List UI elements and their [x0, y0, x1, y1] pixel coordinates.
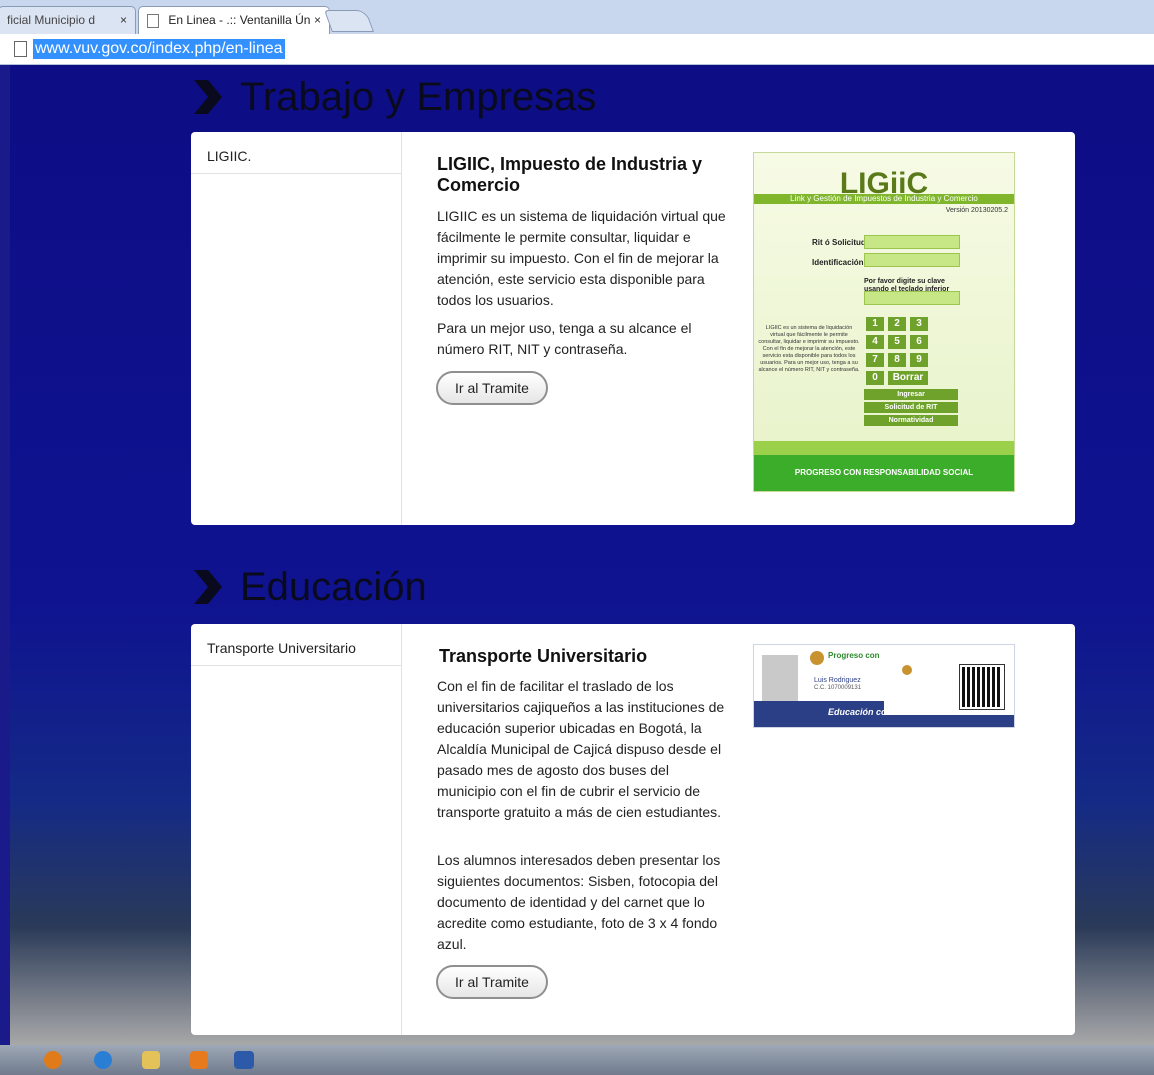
ligiic-description: LIGIIC es un sistema de liquidación virt…: [758, 325, 860, 373]
key: 9: [910, 353, 928, 367]
card-sidebar: LIGIIC.: [191, 132, 402, 525]
rit-label: Rit ó Solicitud:: [812, 238, 869, 247]
ingresar-button: Ingresar: [864, 389, 958, 400]
card-paragraph: Los alumnos interesados deben presentar …: [437, 852, 721, 952]
normatividad-button: Normatividad: [864, 415, 958, 426]
qr-code-icon: [959, 664, 1005, 710]
card-band: [884, 715, 1014, 727]
page-icon: [14, 41, 27, 57]
key: 7: [866, 353, 884, 367]
progreso-text: Progreso con: [828, 651, 880, 660]
word-icon[interactable]: [234, 1051, 254, 1069]
educacion-text: Educación con: [828, 707, 893, 717]
ligiic-thumbnail[interactable]: LIGiiC Link y Gestión de Impuestos de In…: [753, 152, 1015, 492]
identificacion-label: Identificación:: [812, 258, 867, 267]
new-tab-button[interactable]: [323, 10, 375, 32]
key: 1: [866, 317, 884, 331]
sidebar-item-ligiic[interactable]: LIGIIC.: [191, 132, 401, 174]
card-paragraph: Con el fin de facilitar el traslado de l…: [437, 678, 725, 820]
url-field[interactable]: www.vuv.gov.co/index.php/en-linea: [33, 39, 285, 59]
tab-title: ficial Municipio d: [7, 13, 96, 27]
card-paragraph: LIGIIC es un sistema de liquidación virt…: [437, 208, 726, 308]
tab-municipio[interactable]: ficial Municipio d ×: [0, 6, 136, 34]
tab-title: En Linea - .:: Ventanilla Ún: [168, 13, 311, 27]
ir-al-tramite-button[interactable]: Ir al Tramite: [436, 371, 548, 405]
section-title-educacion: Educación: [240, 565, 427, 609]
page-icon: [147, 13, 159, 28]
key: 5: [888, 335, 906, 349]
key: 2: [888, 317, 906, 331]
seal-icon: [902, 665, 912, 675]
student-name: Luis Rodriguez: [814, 677, 861, 684]
card-ligiic: LIGIIC. LIGIIC, Impuesto de Industria y …: [191, 132, 1075, 525]
sidebar-item-transporte[interactable]: Transporte Universitario: [191, 624, 401, 666]
key: 0: [866, 371, 884, 385]
key-borrar: Borrar: [888, 371, 928, 385]
card-heading: Transporte Universitario: [439, 646, 648, 666]
ie-icon[interactable]: [94, 1051, 112, 1069]
tab-en-linea[interactable]: En Linea - .:: Ventanilla Ún ×: [138, 6, 330, 34]
outlook-icon[interactable]: [190, 1051, 208, 1069]
key: 4: [866, 335, 884, 349]
section-title-trabajo: Trabajo y Empresas: [240, 75, 597, 119]
chevron-right-icon: [194, 80, 222, 114]
key: 8: [888, 353, 906, 367]
ligiic-version: Versión 20130205.2: [945, 207, 1008, 214]
close-icon[interactable]: ×: [314, 7, 321, 33]
identificacion-field: [864, 253, 960, 267]
card-sidebar: Transporte Universitario: [191, 624, 402, 1035]
taskbar: [0, 1045, 1154, 1075]
solicitud-rit-button: Solicitud de RIT: [864, 402, 958, 413]
student-photo: [762, 655, 798, 701]
card-paragraph: Para un mejor uso, tenga a su alcance el…: [437, 320, 692, 357]
card-heading: LIGIIC, Impuesto de Industria y Comercio: [437, 154, 703, 195]
ligiic-subtitle: Link y Gestión de Impuestos de Industria…: [754, 194, 1014, 204]
ligiic-stripe: [754, 441, 1014, 455]
chevron-right-icon: [194, 570, 222, 604]
browser-tabstrip: ficial Municipio d × En Linea - .:: Vent…: [0, 0, 1154, 34]
close-icon[interactable]: ×: [120, 7, 127, 33]
firefox-icon[interactable]: [44, 1051, 62, 1069]
student-id: C.C. 1070009131: [814, 685, 862, 691]
rit-field: [864, 235, 960, 249]
page-content: Trabajo y Empresas LIGIIC. LIGIIC, Impue…: [10, 65, 1154, 1045]
explorer-icon[interactable]: [142, 1051, 160, 1069]
seal-icon: [810, 651, 824, 665]
key: 3: [910, 317, 928, 331]
transporte-thumbnail[interactable]: Progreso con Luis Rodriguez C.C. 1070009…: [753, 644, 1015, 728]
card-transporte: Transporte Universitario Transporte Univ…: [191, 624, 1075, 1035]
ir-al-tramite-button[interactable]: Ir al Tramite: [436, 965, 548, 999]
ligiic-footer: PROGRESO CON RESPONSABILIDAD SOCIAL: [754, 455, 1014, 491]
key: 6: [910, 335, 928, 349]
password-field: [864, 291, 960, 305]
